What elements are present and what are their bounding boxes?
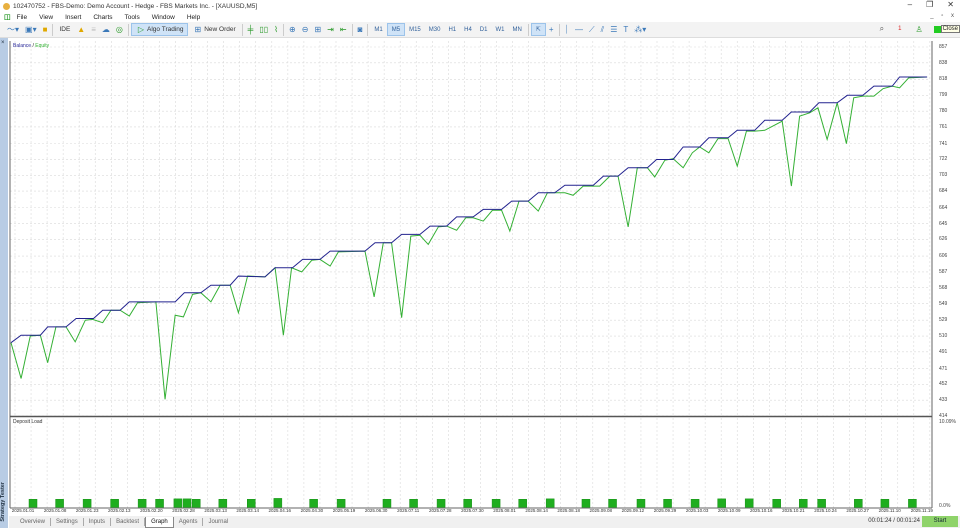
x-tick-label: 2025.07.28: [429, 508, 452, 513]
load-min-label: 0.0%: [939, 503, 951, 509]
x-tick-label: 2025.06.30: [364, 508, 388, 513]
x-tick-label: 2025.09.29: [653, 508, 677, 513]
y-tick-label: 452: [939, 381, 948, 388]
y-tick-label: 568: [939, 284, 948, 291]
x-tick-label: 2025.10.16: [750, 508, 773, 513]
x-tick-label: 2025.04.30: [300, 508, 324, 513]
y-tick-label: 741: [939, 140, 948, 147]
y-tick-label: 818: [939, 76, 948, 83]
y-tick-label: 684: [939, 188, 948, 195]
x-tick-label: 2025.10.09: [717, 508, 741, 513]
x-tick-label: 2025.10.27: [846, 508, 869, 513]
y-tick-label: 549: [939, 300, 948, 307]
tab-overview[interactable]: Overview: [15, 518, 52, 526]
elapsed-time: 00:01:24 / 00:01:24: [868, 518, 920, 524]
x-tick-label: 2025.10.03: [685, 508, 709, 513]
x-tick-label: 2025.05.19: [332, 508, 356, 513]
legend-equity: Equity: [35, 43, 50, 49]
y-tick-label: 510: [939, 333, 948, 340]
tab-settings[interactable]: Settings: [51, 518, 84, 526]
y-tick-label: 529: [939, 317, 948, 324]
y-tick-label: 780: [939, 108, 948, 115]
y-tick-label: 799: [939, 92, 948, 99]
tab-graph[interactable]: Graph: [145, 516, 174, 528]
x-tick-label: 2025.07.11: [397, 508, 420, 513]
tab-backtest[interactable]: Backtest: [111, 518, 146, 526]
y-tick-label: 761: [939, 123, 948, 130]
y-tick-label: 606: [939, 253, 948, 260]
x-tick-label: 2025.03.14: [236, 508, 259, 513]
y-tick-label: 433: [939, 397, 948, 404]
tab-inputs[interactable]: Inputs: [84, 518, 112, 526]
x-tick-label: 2025.02.20: [140, 508, 163, 513]
x-tick-label: 2025.02.13: [108, 508, 131, 513]
y-tick-label: 491: [939, 348, 948, 355]
y-tick-label: 587: [939, 268, 948, 275]
y-tick-label: 722: [939, 156, 948, 163]
x-tick-label: 2025.08.14: [525, 508, 548, 513]
legend-balance: Balance: [13, 43, 32, 49]
x-tick-label: 2025.02.28: [172, 508, 195, 513]
y-tick-label: 471: [939, 365, 948, 372]
x-tick-label: 2025.08.18: [557, 508, 580, 513]
x-tick-label: 2025.10.21: [782, 508, 805, 513]
chart-legend: Balance / Equity: [13, 43, 49, 49]
x-axis-labels: 2025.01.01 2025.01.08 2025.01.23 2025.02.13…: [7, 508, 937, 515]
tester-tabs: Overview Settings Inputs Backtest Graph …: [9, 516, 960, 528]
x-tick-label: 2025.01.23: [75, 508, 99, 513]
y-tick-label: 645: [939, 220, 948, 227]
x-tick-label: 2025.04.16: [268, 508, 292, 513]
x-tick-label: 2025.07.30: [461, 508, 484, 513]
x-tick-label: 2025.08.01: [493, 508, 516, 513]
x-tick-label: 2025.11.10: [878, 508, 901, 513]
tab-agents[interactable]: Agents: [174, 518, 204, 526]
deposit-load-title: Deposit Load: [13, 419, 43, 425]
load-max-label: 10.09%: [939, 419, 956, 425]
x-tick-label: 2025.03.13: [204, 508, 227, 513]
start-button[interactable]: Start: [922, 516, 958, 527]
chart-frame: [9, 41, 933, 509]
tab-journal[interactable]: Journal: [203, 518, 233, 526]
y-tick-label: 664: [939, 204, 948, 211]
y-tick-label: 703: [939, 172, 948, 179]
x-tick-label: 2025.01.08: [43, 508, 67, 513]
y-tick-label: 626: [939, 236, 948, 243]
x-tick-label: 2025.09.08: [589, 508, 613, 513]
y-tick-label: 857: [939, 44, 948, 50]
x-tick-label: 2025.01.01: [11, 508, 35, 513]
x-tick-label: 2025.10.24: [814, 508, 837, 513]
x-tick-label: 2025.11.19: [910, 508, 933, 513]
y-tick-label: 838: [939, 59, 948, 66]
x-tick-label: 2025.09.12: [621, 508, 645, 513]
